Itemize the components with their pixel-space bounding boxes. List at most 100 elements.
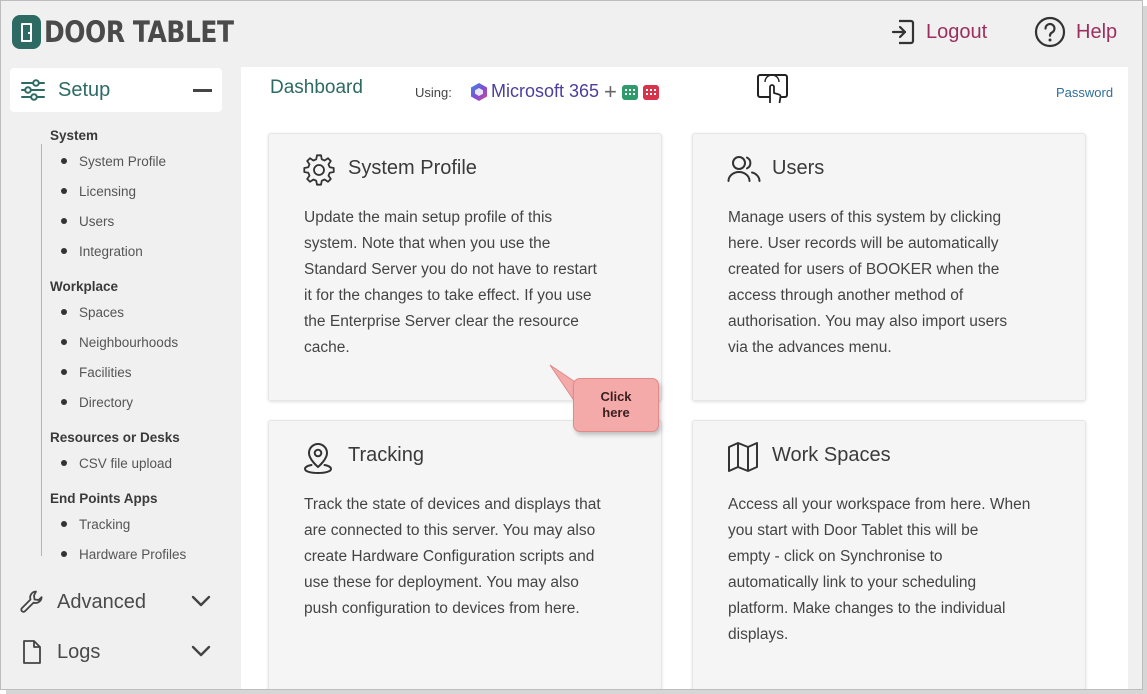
bullet-icon <box>61 248 67 254</box>
card-text-line: platform. Make changes to the individual <box>728 600 1006 617</box>
click-here-callout: Click here <box>573 378 659 432</box>
card-text-line: via the advances menu. <box>728 339 892 356</box>
card-description: Access all your workspace from here. Whe… <box>728 492 1058 648</box>
card-text-line: displays. <box>728 626 789 643</box>
sidebar-item-facilities[interactable]: Facilities <box>61 363 132 381</box>
card-text-line: here. User records will be automatically <box>728 235 999 252</box>
window-shadow <box>1143 6 1147 694</box>
chevron-down-icon[interactable] <box>191 594 211 608</box>
help-label: Help <box>1076 20 1118 43</box>
microsoft-365-label: Microsoft 365 <box>491 81 600 101</box>
advanced-label: Advanced <box>57 590 146 613</box>
card-text-line: create Hardware Configuration scripts an… <box>304 548 595 565</box>
gear-icon <box>303 154 335 186</box>
sidebar-item-label: Directory <box>79 394 134 410</box>
logo-text: DOOR TABLET <box>44 15 234 49</box>
sidebar-item-licensing[interactable]: Licensing <box>61 182 136 200</box>
callout-line: Click <box>600 389 632 404</box>
collapse-minus-icon[interactable] <box>193 89 212 92</box>
bullet-icon <box>61 521 67 527</box>
card-title: Work Spaces <box>772 444 891 466</box>
integration-badges: Microsoft 365 + <box>470 78 660 104</box>
red-calendar-icon <box>642 84 659 100</box>
advanced-section-header[interactable]: Advanced <box>19 587 219 617</box>
app-window: DOOR TABLET Logout Help Setup System Sys… <box>0 0 1143 690</box>
card-work-spaces[interactable]: Work Spaces Access all your workspace fr… <box>692 420 1086 689</box>
window-shadow <box>6 690 1147 694</box>
sidebar-item-tracking[interactable]: Tracking <box>61 515 130 533</box>
card-text-line: created for users of BOOKER when the <box>728 261 1000 278</box>
group-title-workplace: Workplace <box>50 279 119 294</box>
card-text-line: Access all your workspace from here. Whe… <box>728 496 1031 513</box>
card-system-profile[interactable]: System Profile Update the main setup pro… <box>268 133 662 401</box>
logs-section-header[interactable]: Logs <box>19 637 219 667</box>
bullet-icon <box>61 551 67 557</box>
sidebar-item-csv-upload[interactable]: CSV file upload <box>61 454 172 472</box>
bullet-icon <box>61 369 67 375</box>
sidebar-item-system-profile[interactable]: System Profile <box>61 152 166 170</box>
document-icon <box>23 640 41 664</box>
tree-connector <box>41 144 42 556</box>
touch-screen-icon[interactable] <box>756 73 790 107</box>
callout-line: here <box>602 405 630 420</box>
card-description: Track the state of devices and displays … <box>304 492 634 622</box>
sidebar-item-label: System Profile <box>79 153 167 169</box>
card-text-line: empty - click on Synchronise to <box>728 548 943 565</box>
door-tablet-logo[interactable]: DOOR TABLET <box>12 14 264 50</box>
group-title-resources: Resources or Desks <box>50 430 180 445</box>
bullet-icon <box>61 460 67 466</box>
green-calendar-icon <box>621 84 638 100</box>
group-title-system: System <box>50 128 99 143</box>
microsoft-365-icon <box>471 82 487 101</box>
card-text-line: the Enterprise Server clear the resource <box>304 313 579 330</box>
chevron-down-icon[interactable] <box>191 644 211 658</box>
card-title: Tracking <box>348 444 424 466</box>
logout-label: Logout <box>926 20 988 43</box>
sliders-icon <box>21 79 45 101</box>
group-title-end-points: End Points Apps <box>50 491 158 506</box>
sidebar-item-label: Tracking <box>79 516 131 532</box>
users-icon <box>727 156 761 182</box>
card-text-line: push configuration to devices from here. <box>304 600 580 617</box>
sidebar-item-label: Facilities <box>79 364 132 380</box>
card-text-line: Update the main setup profile of this <box>304 209 553 226</box>
map-icon <box>728 442 758 472</box>
bullet-icon <box>61 399 67 405</box>
sidebar-item-label: Spaces <box>79 304 125 320</box>
logout-button[interactable]: Logout <box>890 15 987 49</box>
password-link[interactable]: Password <box>1056 85 1113 100</box>
sidebar-item-label: Hardware Profiles <box>79 546 187 562</box>
card-text-line: system. Note that when you use the <box>304 235 551 252</box>
card-text-line: authorisation. You may also import users <box>728 313 1008 330</box>
setup-label: Setup <box>58 78 111 101</box>
plus-icon: + <box>604 78 617 104</box>
card-text-line: you start with Door Tablet this will be <box>728 522 979 539</box>
card-text-line: it for the changes to take effect. If yo… <box>304 287 592 304</box>
door-icon <box>12 15 41 49</box>
sidebar-item-users[interactable]: Users <box>61 212 114 230</box>
sidebar-item-label: Integration <box>79 243 143 259</box>
card-title: System Profile <box>348 157 477 179</box>
location-pin-icon <box>303 443 333 475</box>
sidebar-item-neighbourhoods[interactable]: Neighbourhoods <box>61 333 178 351</box>
card-description: Manage users of this system by clicking … <box>728 205 1058 361</box>
page-title: Dashboard <box>270 77 363 98</box>
setup-section-header[interactable]: Setup <box>10 68 222 112</box>
sidebar-item-label: Licensing <box>79 183 137 199</box>
sidebar-item-label: CSV file upload <box>79 455 173 471</box>
logout-icon <box>891 19 915 45</box>
sidebar-item-spaces[interactable]: Spaces <box>61 303 124 321</box>
card-title: Users <box>772 157 825 179</box>
card-text-line: are connected to this server. You may al… <box>304 522 596 539</box>
card-tracking[interactable]: Tracking Track the state of devices and … <box>268 420 662 689</box>
using-label: Using: <box>415 85 452 100</box>
help-icon <box>1034 16 1066 48</box>
card-description: Update the main setup profile of this sy… <box>304 205 634 361</box>
help-button[interactable]: Help <box>1034 15 1117 49</box>
sidebar-item-directory[interactable]: Directory <box>61 393 133 411</box>
card-text-line: Standard Server you do not have to resta… <box>304 261 597 278</box>
sidebar-item-label: Neighbourhoods <box>79 334 179 350</box>
sidebar-item-integration[interactable]: Integration <box>61 242 143 260</box>
sidebar-item-hardware-profiles[interactable]: Hardware Profiles <box>61 545 186 563</box>
card-users[interactable]: Users Manage users of this system by cli… <box>692 133 1086 401</box>
